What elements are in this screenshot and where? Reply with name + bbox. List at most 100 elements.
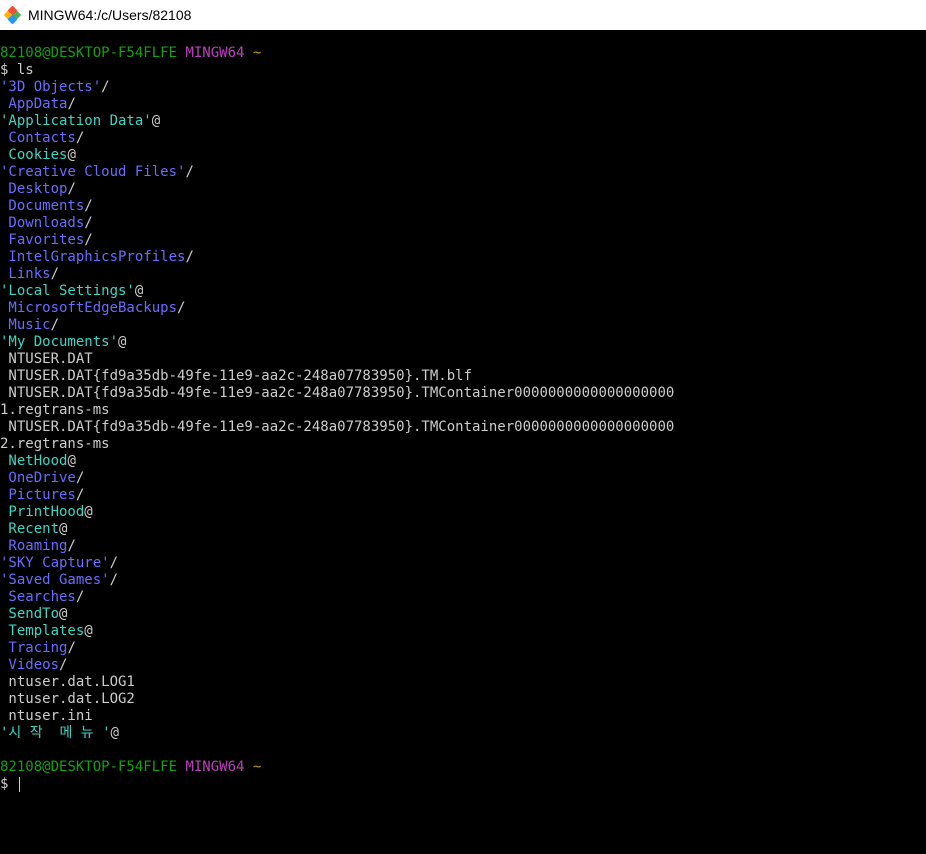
- entry-suffix: /: [185, 164, 194, 180]
- ls-entry: AppData/: [0, 96, 926, 113]
- entry-name: Roaming: [0, 538, 68, 554]
- entry-suffix: /: [185, 249, 194, 265]
- entry-name: NTUSER.DAT{fd9a35db-49fe-11e9-aa2c-248a0…: [0, 419, 675, 435]
- entry-suffix: /: [75, 589, 85, 605]
- ls-entry: 1.regtrans-ms: [0, 402, 926, 419]
- entry-name: AppData: [0, 96, 68, 112]
- ls-entry: OneDrive/: [0, 470, 926, 487]
- entry-suffix: /: [67, 181, 76, 197]
- entry-name: OneDrive: [0, 470, 76, 486]
- entry-suffix: @: [110, 725, 119, 741]
- ls-entry: Searches/: [0, 589, 926, 606]
- entry-name: Templates: [0, 623, 85, 639]
- entry-suffix: /: [50, 266, 60, 282]
- entry-suffix: /: [84, 232, 93, 248]
- ls-entry: ntuser.dat.LOG2: [0, 691, 926, 708]
- ls-entry: Videos/: [0, 657, 926, 674]
- ls-entry: 'Local Settings'@: [0, 283, 926, 300]
- entry-suffix: /: [67, 538, 76, 554]
- entry-name: Searches: [0, 589, 76, 605]
- ls-entry: NTUSER.DAT: [0, 351, 926, 368]
- ls-entry: Cookies@: [0, 147, 926, 164]
- entry-suffix: @: [67, 147, 76, 163]
- ls-entry: SendTo@: [0, 606, 926, 623]
- prompt-host: MINGW64: [185, 45, 245, 61]
- prompt-line: 82108@DESKTOP-F54FLFE MINGW64 ~: [0, 759, 926, 776]
- command-line: $ ls: [0, 62, 34, 78]
- entry-suffix: @: [151, 113, 161, 129]
- entry-suffix: /: [67, 640, 76, 656]
- entry-name: 1.regtrans-ms: [0, 402, 110, 418]
- entry-name: '3D Objects': [0, 79, 102, 95]
- entry-name: Links: [0, 266, 51, 282]
- ls-entry: Links/: [0, 266, 926, 283]
- entry-suffix: @: [84, 623, 93, 639]
- ls-entry: Templates@: [0, 623, 926, 640]
- ls-entry: 'Application Data'@: [0, 113, 926, 130]
- ls-entry: Tracing/: [0, 640, 926, 657]
- prompt-path: ~: [252, 759, 262, 775]
- entry-name: Favorites: [0, 232, 85, 248]
- prompt-host: MINGW64: [185, 759, 245, 775]
- ls-entry: Roaming/: [0, 538, 926, 555]
- entry-suffix: @: [118, 334, 127, 350]
- entry-name: NTUSER.DAT{fd9a35db-49fe-11e9-aa2c-248a0…: [0, 385, 675, 401]
- ls-entry: Downloads/: [0, 215, 926, 232]
- ls-entry: 'Saved Games'/: [0, 572, 926, 589]
- entry-suffix: /: [84, 215, 93, 231]
- ls-entry: ntuser.dat.LOG1: [0, 674, 926, 691]
- entry-name: Music: [0, 317, 51, 333]
- entry-suffix: /: [109, 555, 119, 571]
- entry-suffix: /: [75, 470, 85, 486]
- entry-suffix: /: [177, 300, 186, 316]
- entry-name: Contacts: [0, 130, 76, 146]
- entry-name: Videos: [0, 657, 60, 673]
- entry-name: SendTo: [0, 606, 60, 622]
- entry-suffix: /: [75, 487, 85, 503]
- entry-name: Desktop: [0, 181, 68, 197]
- ls-entry: Contacts/: [0, 130, 926, 147]
- ls-entry: 'My Documents'@: [0, 334, 926, 351]
- input-line[interactable]: $: [0, 776, 926, 793]
- terminal-output[interactable]: 82108@DESKTOP-F54FLFE MINGW64 ~ $ ls '3D…: [0, 45, 926, 854]
- ls-entry: ntuser.ini: [0, 708, 926, 725]
- ls-entry: NetHood@: [0, 453, 926, 470]
- entry-name: 'My Documents': [0, 334, 119, 350]
- ls-entry: '시 작 메 뉴 '@: [0, 725, 926, 742]
- entry-name: MicrosoftEdgeBackups: [0, 300, 178, 316]
- entry-suffix: @: [134, 283, 144, 299]
- entry-name: Pictures: [0, 487, 76, 503]
- entry-suffix: /: [84, 198, 93, 214]
- entry-name: Recent: [0, 521, 60, 537]
- entry-suffix: /: [101, 79, 110, 95]
- ls-entry: '3D Objects'/: [0, 79, 926, 96]
- ls-entry: Documents/: [0, 198, 926, 215]
- ls-listing: '3D Objects'/ AppData/'Application Data'…: [0, 79, 926, 742]
- entry-name: '시 작 메 뉴 ': [0, 725, 111, 741]
- ls-entry: Favorites/: [0, 232, 926, 249]
- entry-name: ntuser.dat.LOG2: [0, 691, 135, 707]
- ls-entry: Recent@: [0, 521, 926, 538]
- entry-suffix: /: [59, 657, 68, 673]
- entry-suffix: /: [50, 317, 60, 333]
- title-bar: MINGW64:/c/Users/82108: [0, 0, 926, 30]
- prompt-line: 82108@DESKTOP-F54FLFE MINGW64 ~: [0, 45, 926, 62]
- entry-name: PrintHood: [0, 504, 85, 520]
- entry-name: NTUSER.DAT: [0, 351, 93, 367]
- entry-name: Documents: [0, 198, 85, 214]
- entry-name: NetHood: [0, 453, 68, 469]
- ls-entry: 'Creative Cloud Files'/: [0, 164, 926, 181]
- entry-suffix: @: [84, 504, 93, 520]
- prompt-user: 82108@DESKTOP-F54FLFE: [0, 759, 178, 775]
- ls-entry: NTUSER.DAT{fd9a35db-49fe-11e9-aa2c-248a0…: [0, 385, 926, 402]
- ls-entry: 2.regtrans-ms: [0, 436, 926, 453]
- entry-name: 'SKY Capture': [0, 555, 110, 571]
- entry-suffix: @: [59, 521, 68, 537]
- entry-name: 'Application Data': [0, 113, 152, 129]
- ls-entry: MicrosoftEdgeBackups/: [0, 300, 926, 317]
- entry-suffix: @: [59, 606, 68, 622]
- entry-suffix: /: [67, 96, 76, 112]
- entry-name: Downloads: [0, 215, 85, 231]
- entry-name: 'Saved Games': [0, 572, 110, 588]
- entry-name: 2.regtrans-ms: [0, 436, 110, 452]
